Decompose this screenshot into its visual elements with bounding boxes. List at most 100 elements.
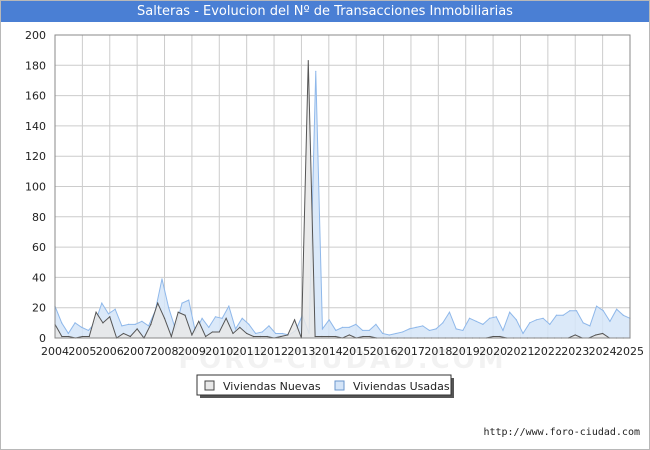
- usadas-point: [488, 317, 491, 319]
- usadas-point: [549, 323, 551, 325]
- usadas-point: [535, 319, 538, 321]
- nuevas-point: [102, 322, 104, 324]
- usadas-point: [575, 310, 578, 312]
- grid-layer: [54, 34, 631, 339]
- usadas-point: [168, 307, 170, 309]
- nuevas-point: [328, 335, 330, 338]
- usadas-point: [375, 323, 377, 325]
- y-tick-label: 200: [25, 29, 46, 42]
- usadas-point: [602, 310, 604, 312]
- legend-swatch-nuevas: [204, 380, 215, 391]
- usadas-point: [261, 331, 263, 333]
- y-tick-label: 60: [32, 241, 46, 254]
- usadas-point: [515, 319, 517, 321]
- y-tick-label: 0: [39, 332, 46, 345]
- usadas-point: [121, 325, 123, 327]
- usadas-point: [408, 328, 410, 330]
- usadas-point: [201, 317, 203, 319]
- nuevas-point: [218, 331, 220, 333]
- usadas-point: [509, 311, 511, 313]
- x-tick-label: 2013: [287, 345, 315, 358]
- x-tick-label: 2024: [589, 345, 617, 358]
- usadas-point: [388, 334, 390, 336]
- x-tick-label: 2017: [397, 345, 425, 358]
- x-tick-label: 2004: [41, 345, 69, 358]
- nuevas-point: [293, 319, 296, 321]
- nuevas-point: [239, 326, 241, 328]
- usadas-point: [228, 305, 230, 307]
- source-url[interactable]: http://www.foro-ciudad.com: [483, 427, 640, 438]
- usadas-point: [248, 323, 250, 325]
- usadas-point: [348, 326, 350, 328]
- x-tick-label: 2025: [616, 345, 644, 358]
- usadas-point: [502, 329, 504, 332]
- x-tick-label: 2021: [506, 345, 534, 358]
- y-tick-label: 80: [32, 211, 46, 224]
- usadas-point: [161, 278, 163, 280]
- nuevas-point: [68, 335, 70, 338]
- y-tick-label: 20: [32, 302, 46, 315]
- nuevas-point: [184, 314, 186, 316]
- x-tick-label: 2007: [123, 345, 151, 358]
- x-tick-label: 2018: [424, 345, 452, 358]
- y-tick-label: 140: [25, 120, 46, 133]
- y-tick-label: 160: [25, 90, 46, 103]
- nuevas-point: [314, 335, 316, 338]
- usadas-point: [87, 329, 90, 332]
- usadas-point: [275, 332, 277, 335]
- usadas-point: [382, 332, 384, 335]
- legend-label-usadas: Viviendas Usadas: [353, 380, 450, 393]
- nuevas-point: [122, 332, 125, 335]
- usadas-point: [254, 332, 257, 335]
- usadas-point: [181, 302, 183, 304]
- nuevas-point: [335, 335, 337, 338]
- usadas-point: [569, 310, 571, 312]
- y-tick-label: 120: [25, 150, 46, 163]
- usadas-point: [127, 323, 130, 325]
- x-tick-label: 2014: [315, 345, 343, 358]
- nuevas-point: [205, 335, 207, 338]
- usadas-point: [148, 325, 150, 327]
- usadas-point: [101, 302, 103, 304]
- usadas-point: [589, 325, 591, 327]
- nuevas-point: [574, 334, 576, 336]
- usadas-point: [221, 317, 223, 319]
- usadas-point: [415, 326, 417, 328]
- y-tick-label: 40: [32, 271, 46, 284]
- nuevas-point: [157, 302, 159, 304]
- nuevas-point: [492, 335, 494, 338]
- usadas-point: [114, 308, 116, 310]
- nuevas-point: [225, 317, 227, 319]
- x-tick-label: 2010: [205, 345, 233, 358]
- usadas-point: [448, 311, 451, 313]
- nuevas-point: [191, 334, 193, 336]
- x-tick-label: 2005: [68, 345, 96, 358]
- nuevas-point: [602, 332, 604, 335]
- usadas-point: [188, 299, 190, 301]
- usadas-point: [341, 326, 344, 328]
- nuevas-point: [287, 334, 289, 336]
- usadas-point: [107, 313, 110, 315]
- nuevas-point: [266, 335, 268, 338]
- usadas-point: [361, 329, 364, 332]
- usadas-point: [555, 314, 558, 316]
- nuevas-point: [88, 335, 90, 338]
- nuevas-point: [129, 335, 131, 338]
- nuevas-point: [321, 335, 323, 338]
- usadas-point: [134, 323, 136, 325]
- usadas-point: [241, 317, 243, 319]
- usadas-point: [268, 325, 270, 327]
- usadas-point: [208, 326, 210, 328]
- usadas-point: [482, 323, 484, 325]
- nuevas-point: [136, 328, 138, 330]
- nuevas-point: [211, 331, 214, 333]
- x-tick-label: 2015: [342, 345, 370, 358]
- nuevas-point: [595, 334, 597, 336]
- usadas-point: [281, 332, 283, 335]
- usadas-point: [442, 322, 444, 324]
- chart-svg: FORO-CIUDAD.COM 020406080100120140160180…: [25, 29, 644, 398]
- usadas-point: [402, 331, 404, 333]
- usadas-point: [616, 308, 618, 310]
- nuevas-point: [259, 335, 261, 338]
- nuevas-point: [81, 335, 83, 338]
